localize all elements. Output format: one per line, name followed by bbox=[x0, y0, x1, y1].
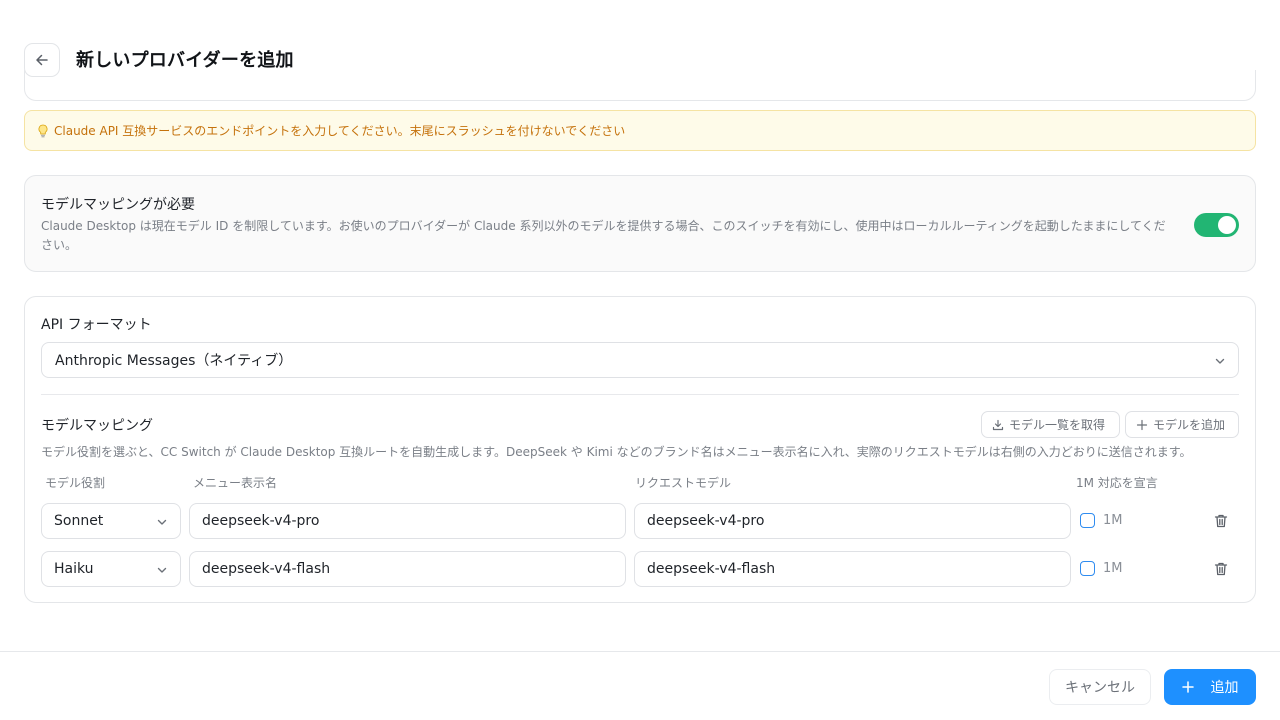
previous-card-edge bbox=[24, 70, 1256, 101]
role-select[interactable]: Haiku bbox=[41, 551, 181, 587]
model-mapping-toggle-title: モデルマッピングが必要 bbox=[41, 197, 195, 213]
plus-icon bbox=[1136, 419, 1148, 430]
trash-icon[interactable] bbox=[1213, 561, 1229, 577]
role-value: Sonnet bbox=[54, 513, 104, 529]
add-model-button[interactable]: モデルを追加 bbox=[1125, 411, 1239, 438]
model-mapping-toggle-description: Claude Desktop は現在モデル ID を制限しています。お使いのプロ… bbox=[41, 219, 1166, 252]
add-button[interactable]: 追加 bbox=[1164, 669, 1256, 705]
chevron-down-icon bbox=[157, 567, 167, 573]
api-format-selected: Anthropic Messages（ネイティブ） bbox=[55, 353, 293, 369]
download-icon bbox=[992, 419, 1004, 430]
display-name-input[interactable]: deepseek-v4-pro bbox=[189, 503, 626, 539]
api-format-select[interactable]: Anthropic Messages（ネイティブ） bbox=[41, 342, 1239, 378]
divider bbox=[41, 394, 1239, 395]
role-value: Haiku bbox=[54, 561, 94, 577]
model-mapping-description: モデル役割を選ぶと、CC Switch が Claude Desktop 互換ル… bbox=[41, 445, 1192, 459]
add-button-label: 追加 bbox=[1210, 680, 1239, 696]
endpoint-hint: Claude API 互換サービスのエンドポイントを入力してください。末尾にスラ… bbox=[24, 110, 1256, 151]
column-header-request-model: リクエストモデル bbox=[635, 476, 732, 490]
fetch-models-button[interactable]: モデル一覧を取得 bbox=[981, 411, 1120, 438]
request-model-input[interactable]: deepseek-v4-flash bbox=[634, 551, 1071, 587]
declare-1m-label: 1M bbox=[1103, 513, 1123, 528]
plus-icon bbox=[1181, 681, 1194, 693]
column-header-declare-1m: 1M 対応を宣言 bbox=[1076, 476, 1158, 490]
api-format-label: API フォーマット bbox=[41, 317, 152, 333]
declare-1m-checkbox[interactable] bbox=[1080, 513, 1095, 528]
footer-bar: キャンセル 追加 bbox=[0, 651, 1280, 720]
declare-1m-checkbox[interactable] bbox=[1080, 561, 1095, 576]
request-model-input[interactable]: deepseek-v4-pro bbox=[634, 503, 1071, 539]
chevron-down-icon bbox=[157, 519, 167, 525]
api-format-card: API フォーマット Anthropic Messages（ネイティブ） モデル… bbox=[24, 296, 1256, 603]
role-select[interactable]: Sonnet bbox=[41, 503, 181, 539]
display-name-input[interactable]: deepseek-v4-flash bbox=[189, 551, 626, 587]
fetch-models-label: モデル一覧を取得 bbox=[1009, 418, 1106, 432]
switch-knob bbox=[1218, 216, 1236, 234]
add-model-label: モデルを追加 bbox=[1153, 418, 1226, 432]
hint-text: Claude API 互換サービスのエンドポイントを入力してください。末尾にスラ… bbox=[54, 124, 626, 138]
arrow-left-icon bbox=[36, 54, 48, 66]
model-mapping-title: モデルマッピング bbox=[41, 418, 153, 434]
declare-1m-label: 1M bbox=[1103, 561, 1123, 576]
trash-icon[interactable] bbox=[1213, 513, 1229, 529]
model-mapping-switch[interactable] bbox=[1194, 213, 1239, 237]
cancel-button[interactable]: キャンセル bbox=[1049, 669, 1151, 705]
page-title: 新しいプロバイダーを追加 bbox=[76, 50, 294, 71]
column-header-role: モデル役割 bbox=[45, 476, 106, 490]
column-header-display-name: メニュー表示名 bbox=[193, 476, 278, 490]
chevron-down-icon bbox=[1215, 358, 1225, 364]
lightbulb-icon bbox=[38, 124, 48, 137]
model-mapping-toggle-card: モデルマッピングが必要 Claude Desktop は現在モデル ID を制限… bbox=[24, 175, 1256, 272]
